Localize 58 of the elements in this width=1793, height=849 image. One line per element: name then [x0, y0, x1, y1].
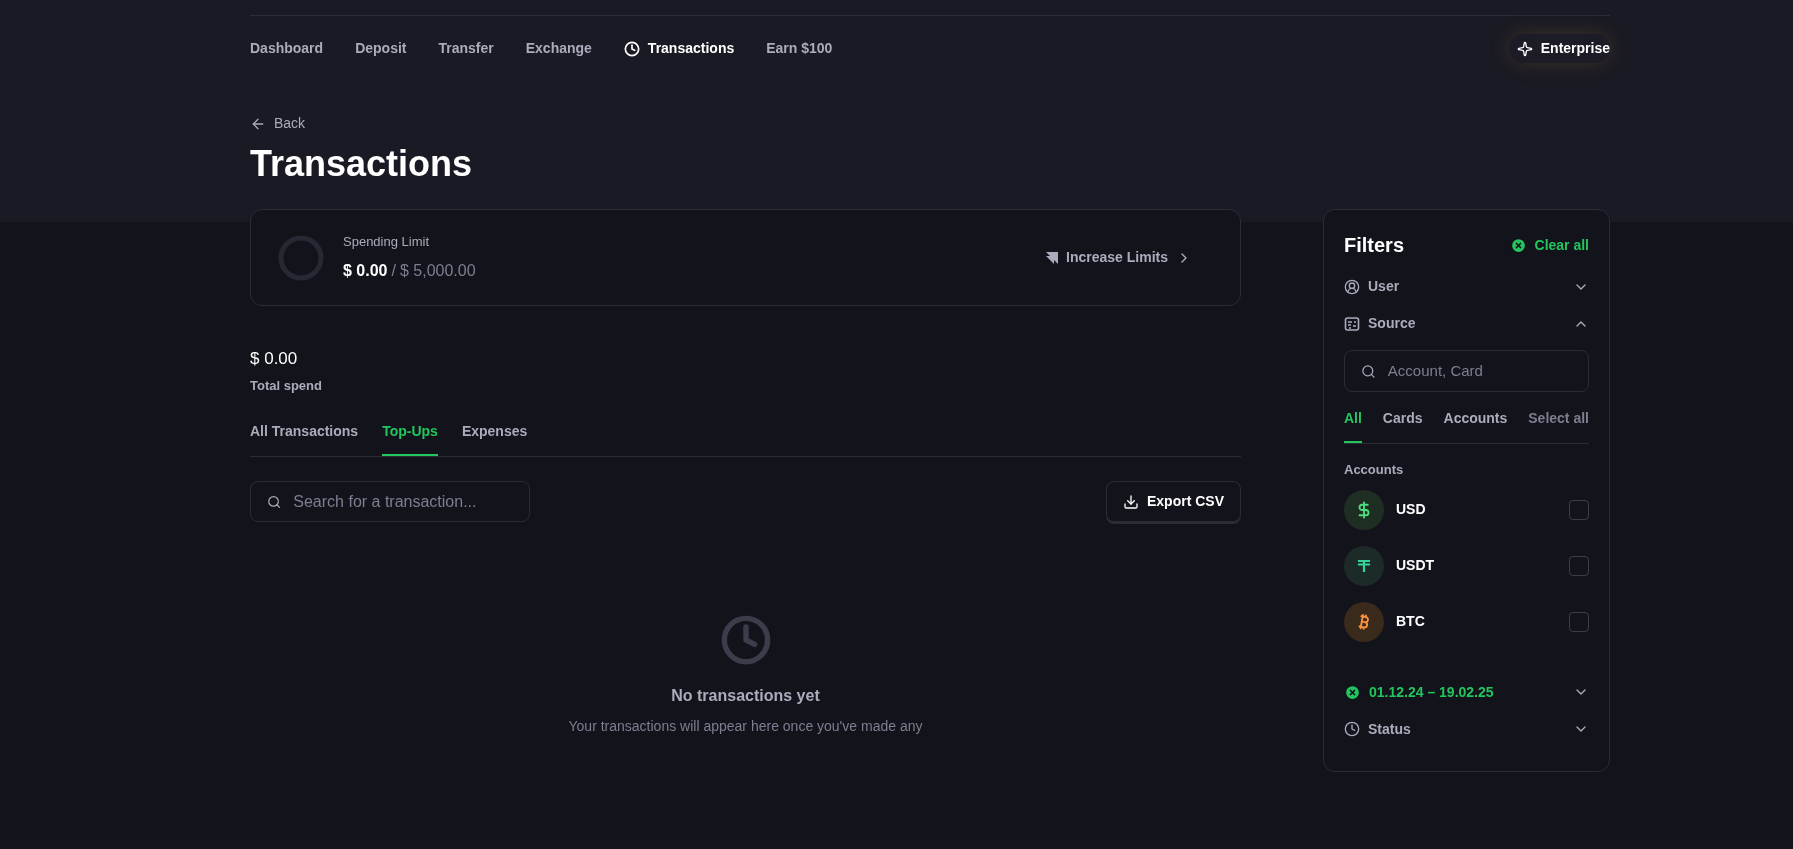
filter-section-toggle[interactable]: 01.12.24 – 19.02.25 — [1344, 673, 1589, 711]
empty-state-title: No transactions yet — [671, 686, 820, 706]
account-name: USDT — [1396, 556, 1435, 575]
limit-amount: $ 5,000.00 — [399, 261, 476, 282]
clear-icon — [1509, 236, 1527, 254]
enterprise-button[interactable]: Enterprise — [1508, 34, 1610, 63]
search-icon — [1361, 362, 1376, 380]
account-name: USD — [1396, 500, 1426, 519]
usdt-currency-icon — [1344, 545, 1384, 586]
nav-link[interactable]: Transfer — [438, 38, 494, 59]
export-csv-button[interactable]: Export CSV — [1106, 481, 1241, 522]
nav-link[interactable]: Exchange — [525, 38, 592, 59]
btc-currency-icon — [1344, 601, 1384, 642]
arrow-up-right-icon — [1046, 251, 1059, 264]
clear-all-button[interactable]: Clear all — [1509, 234, 1589, 256]
checkbox[interactable] — [1569, 611, 1589, 632]
clock-icon — [623, 40, 640, 57]
usd-currency-icon — [1344, 489, 1384, 530]
amount-separator: / — [391, 261, 396, 282]
clock-icon — [1344, 721, 1360, 737]
empty-state-text: Your transactions will appear here once you've made any — [568, 717, 923, 736]
nav-link[interactable]: Dashboard — [250, 38, 324, 59]
total-amount: $ 0.00 — [250, 348, 299, 370]
filter-section-toggle[interactable]: Source — [1344, 305, 1589, 342]
checkbox[interactable] — [1569, 555, 1589, 576]
source-tab[interactable]: All — [1344, 408, 1362, 443]
nav-link[interactable]: Earn $100 — [766, 38, 833, 59]
clear-icon — [1344, 683, 1361, 701]
sparkle-icon — [1516, 40, 1533, 57]
page-title: Transactions — [250, 142, 474, 186]
tab[interactable]: All Transactions — [250, 421, 359, 456]
user-icon — [1344, 278, 1360, 295]
tab[interactable]: Top-Ups — [382, 421, 438, 456]
filters-title: Filters — [1344, 233, 1405, 258]
filter-section-toggle[interactable]: Status — [1344, 710, 1589, 748]
nav-link[interactable]: Transactions — [623, 38, 735, 59]
tab[interactable]: Expenses — [461, 421, 528, 456]
select-all-link[interactable]: Select all — [1528, 408, 1589, 443]
increase-limits-button[interactable]: Increase Limits — [1046, 247, 1192, 268]
card-list-icon — [1344, 315, 1360, 332]
checkbox[interactable] — [1569, 499, 1589, 520]
total-label: Total spend — [250, 376, 323, 395]
source-tab[interactable]: Cards — [1382, 408, 1423, 443]
filter-section-toggle[interactable]: User — [1344, 268, 1589, 305]
accounts-heading: Accounts — [1344, 461, 1405, 479]
nav-link[interactable]: Deposit — [355, 38, 407, 59]
source-search-field[interactable]: Account, Card — [1344, 350, 1589, 392]
download-icon — [1123, 493, 1139, 510]
search-field[interactable]: Search for a transaction... — [250, 481, 530, 522]
spending-limit-label: Spending Limit — [343, 232, 430, 251]
back-link[interactable]: Back — [250, 113, 306, 134]
search-input[interactable]: Search for a transaction... — [293, 489, 513, 514]
source-search-input[interactable]: Account, Card — [1387, 359, 1572, 383]
account-name: BTC — [1396, 612, 1425, 631]
spent-amount: $ 0.00 — [343, 261, 388, 282]
clock-icon — [719, 614, 772, 666]
source-tab[interactable]: Accounts — [1443, 408, 1508, 443]
search-icon — [267, 493, 282, 510]
